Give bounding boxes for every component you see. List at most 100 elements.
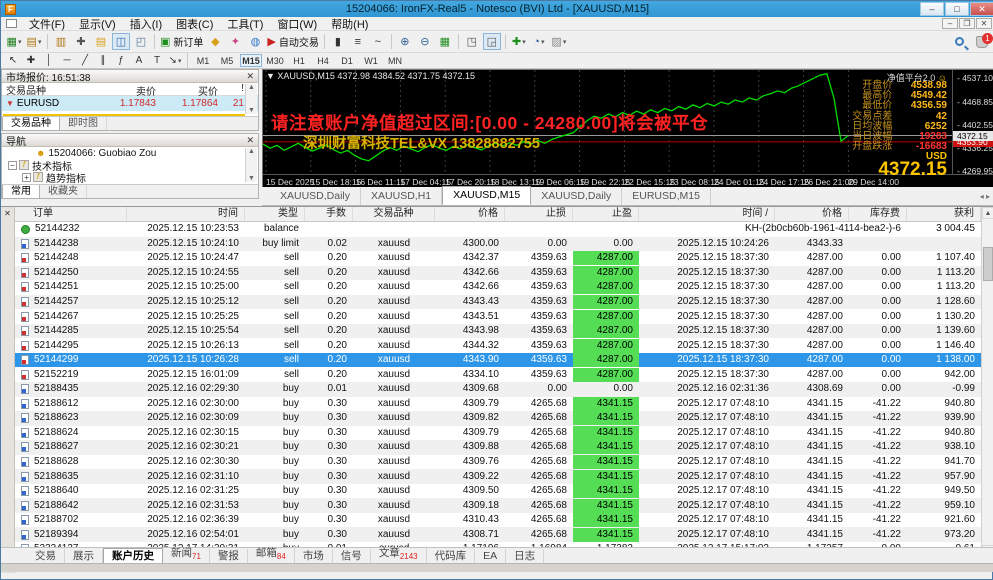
market-watch-row[interactable]: ▼EURUSD1.178431.1786421 — [2, 96, 258, 111]
history-row[interactable]: 521886232025.12.16 02:30:09buy0.30xauusd… — [15, 411, 981, 426]
terminal-tab-4[interactable]: 警报 — [210, 549, 248, 563]
column-header-2[interactable]: 类型 — [245, 207, 305, 221]
metaeditor-icon[interactable]: ✦ — [226, 33, 244, 50]
column-header-5[interactable]: 价格 — [435, 207, 505, 221]
channel-tool[interactable]: ∥ — [95, 54, 111, 67]
new-chart-button[interactable]: ▦▾ — [5, 33, 23, 50]
market-watch-tab-1[interactable]: 即时图 — [60, 117, 107, 130]
history-row[interactable]: 521887022025.12.16 02:36:39buy0.30xauusd… — [15, 513, 981, 528]
chart-tab-0[interactable]: XAUUSD,Daily — [270, 188, 361, 205]
scroll-right-icon[interactable]: ▸ — [986, 192, 990, 201]
timeframe-h1[interactable]: H1 — [288, 54, 310, 67]
navigator-tab-1[interactable]: 收藏夹 — [40, 185, 87, 198]
timeframe-d1[interactable]: D1 — [336, 54, 358, 67]
history-row[interactable]: 521442672025.12.15 10:25:25sell0.20xauus… — [15, 309, 981, 324]
terminal-tab-7[interactable]: 信号 — [333, 549, 371, 563]
zoom-out-icon[interactable]: ⊖ — [416, 33, 434, 50]
column-header-8[interactable]: 时间 / — [639, 207, 775, 221]
terminal-tab-11[interactable]: 日志 — [506, 549, 544, 563]
arrange-charts-icon[interactable]: ◳ — [463, 33, 481, 50]
chart-window[interactable]: ▼ XAUUSD,M15 4372.98 4384.52 4371.75 437… — [262, 69, 993, 187]
maximize-button[interactable]: □ — [945, 2, 969, 16]
candlestick-icon[interactable]: ▮ — [329, 33, 347, 50]
arrows-tool[interactable]: ↘▾ — [167, 54, 183, 67]
notifications-icon[interactable]: 1 — [976, 36, 988, 48]
vertical-line-tool[interactable]: │ — [41, 54, 57, 67]
history-row[interactable]: 521442382025.12.15 10:24:10buy limit0.02… — [15, 237, 981, 252]
history-row[interactable]: 521886272025.12.16 02:30:21buy0.30xauusd… — [15, 440, 981, 455]
chart-tab-2[interactable]: XAUUSD,M15 — [442, 186, 531, 205]
history-row[interactable]: 521442852025.12.15 10:25:54sell0.20xauus… — [15, 324, 981, 339]
autotrading-button[interactable]: ▶自动交易 — [266, 33, 319, 50]
close-button[interactable]: ✕ — [970, 2, 993, 16]
terminal-tab-5[interactable]: 邮箱84 — [248, 546, 295, 564]
chart-plot-area[interactable]: ▼ XAUUSD,M15 4372.98 4384.52 4371.75 437… — [263, 70, 952, 174]
menu-item-1[interactable]: 显示(V) — [72, 16, 123, 32]
tile-windows-icon[interactable]: ▦ — [436, 33, 454, 50]
scroll-thumb[interactable] — [983, 247, 993, 281]
fibonacci-tool[interactable]: ƒ — [113, 54, 129, 67]
history-row[interactable]: 521442322025.12.15 10:23:53balanceKH-(2b… — [15, 222, 981, 237]
history-row[interactable]: 521442992025.12.15 10:26:28sell0.20xauus… — [15, 353, 981, 368]
cursor-tool[interactable]: ↖ — [5, 54, 21, 67]
terminal-tab-8[interactable]: 文章2143 — [371, 546, 427, 564]
chart-tab-1[interactable]: XAUUSD,H1 — [361, 188, 442, 205]
new-order-button[interactable]: ▣新订单 — [159, 33, 204, 50]
terminal-tab-2[interactable]: 账户历史 — [103, 548, 163, 564]
mw-col-1[interactable]: 卖价 — [94, 83, 156, 95]
navigator-close-icon[interactable]: ✕ — [246, 135, 254, 146]
menu-item-3[interactable]: 图表(C) — [169, 16, 220, 32]
profiles-button[interactable]: ▤▾ — [25, 33, 43, 50]
navigator-item-2[interactable]: +f趋势指标 — [2, 171, 258, 183]
templates-button[interactable]: ▨▾ — [550, 33, 568, 50]
mw-col-0[interactable]: 交易品种 — [2, 83, 94, 95]
history-row[interactable]: 521886352025.12.16 02:31:10buy0.30xauusd… — [15, 469, 981, 484]
terminal-tab-10[interactable]: EA — [475, 549, 506, 563]
column-header-3[interactable]: 手数 — [305, 207, 353, 221]
history-row[interactable]: 521884352025.12.16 02:29:30buy0.01xauusd… — [15, 382, 981, 397]
timeframe-w1[interactable]: W1 — [360, 54, 382, 67]
scroll-up-icon[interactable]: ▲ — [982, 207, 993, 219]
terminal-tab-6[interactable]: 市场 — [295, 549, 333, 563]
timeframe-m30[interactable]: M30 — [264, 54, 286, 67]
menu-item-2[interactable]: 插入(I) — [123, 16, 169, 32]
folder-icon[interactable]: ▤ — [92, 33, 110, 50]
menu-item-0[interactable]: 文件(F) — [22, 16, 72, 32]
text-tool[interactable]: A — [131, 54, 147, 67]
history-row[interactable]: 521522192025.12.15 16:01:09sell0.20xauus… — [15, 367, 981, 382]
history-row[interactable]: 521886422025.12.16 02:31:53buy0.30xauusd… — [15, 498, 981, 513]
column-header-10[interactable]: 库存费 — [849, 207, 907, 221]
column-header-9[interactable]: 价格 — [775, 207, 849, 221]
history-row[interactable]: 521442502025.12.15 10:24:55sell0.20xauus… — [15, 266, 981, 281]
history-row[interactable]: 521886402025.12.16 02:31:25buy0.30xauusd… — [15, 484, 981, 499]
horizontal-line-tool[interactable]: ─ — [59, 54, 75, 67]
trendline-tool[interactable]: ╱ — [77, 54, 93, 67]
minimize-button[interactable]: – — [920, 2, 944, 16]
terminal-scrollbar[interactable]: ▲ ▼ — [981, 207, 993, 557]
terminal-tab-9[interactable]: 代码库 — [427, 549, 476, 563]
chart-restore-button[interactable]: ❐ — [959, 18, 975, 29]
chart-tab-4[interactable]: EURUSD,M15 — [622, 188, 711, 205]
chart-window-icon[interactable] — [6, 19, 17, 28]
arrange-charts2-icon[interactable]: ◲ — [483, 33, 501, 50]
mw-col-2[interactable]: 买价 — [156, 83, 218, 95]
line-chart-icon[interactable]: ~ — [369, 33, 387, 50]
column-header-0[interactable]: 订单 — [15, 207, 127, 221]
terminal-tab-3[interactable]: 新闻71 — [163, 546, 210, 564]
menu-item-6[interactable]: 帮助(H) — [324, 16, 375, 32]
ohlc-bar-icon[interactable]: ≡ — [349, 33, 367, 50]
community-icon[interactable]: ◍ — [246, 33, 264, 50]
terminal-tab-1[interactable]: 展示 — [65, 549, 103, 563]
history-row[interactable]: 521886242025.12.16 02:30:15buy0.30xauusd… — [15, 426, 981, 441]
column-header-7[interactable]: 止盈 — [573, 207, 639, 221]
timeframe-mn[interactable]: MN — [384, 54, 406, 67]
menu-item-5[interactable]: 窗口(W) — [270, 16, 324, 32]
market-watch-tab-0[interactable]: 交易品种 — [2, 117, 60, 131]
column-header-1[interactable]: 时间 — [127, 207, 245, 221]
chart-tabs-scroll[interactable]: ◂ ▸ — [980, 189, 990, 205]
navigator-scrollbar[interactable]: ▲▼ — [245, 148, 257, 182]
history-row[interactable]: 521886122025.12.16 02:30:00buy0.30xauusd… — [15, 397, 981, 412]
search-icon[interactable] — [955, 37, 964, 46]
label-tool[interactable]: T — [149, 54, 165, 67]
chart-close-button[interactable]: ✕ — [976, 18, 992, 29]
